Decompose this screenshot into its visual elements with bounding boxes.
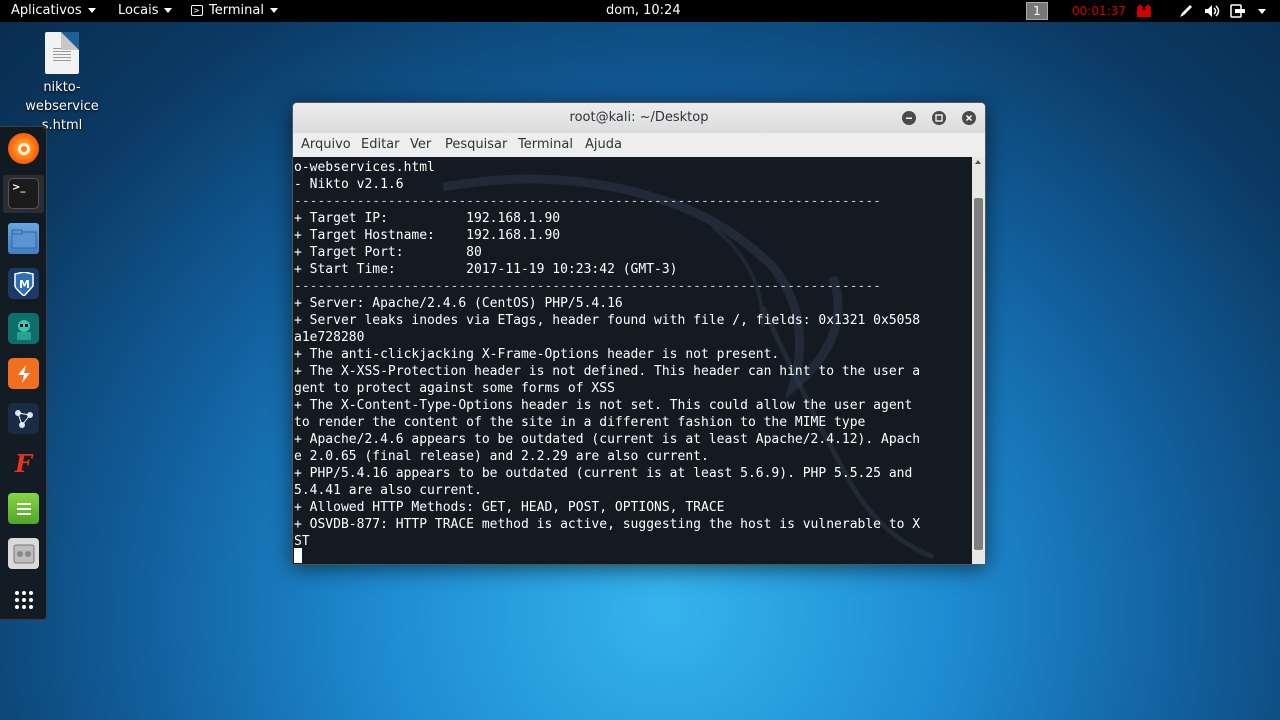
file-name-line-2: webservice: [25, 99, 99, 114]
terminal-line: + The X-XSS-Protection header is not def…: [294, 364, 921, 379]
maximize-button[interactable]: [932, 111, 946, 125]
close-button[interactable]: [962, 111, 976, 125]
menu-editar[interactable]: Editar: [361, 133, 400, 157]
menu-arquivo[interactable]: Arquivo: [301, 133, 351, 157]
scrollbar-thumb[interactable]: [974, 198, 983, 550]
terminal-app-menu[interactable]: > Terminal: [191, 0, 278, 22]
terminal-app-label: Terminal: [209, 3, 264, 18]
window-titlebar[interactable]: root@kali: ~/Desktop: [293, 103, 985, 133]
svg-text:M: M: [19, 278, 30, 291]
terminal-line: + The X-Content-Type-Options header is n…: [294, 398, 913, 413]
menu-bar: Arquivo Editar Ver Pesquisar Terminal Aj…: [293, 133, 985, 158]
terminal-line: + Target Hostname: 192.168.1.90: [294, 228, 561, 243]
terminal-line: + Start Time: 2017-11-19 10:23:42 (GMT-3…: [294, 262, 678, 277]
dock: >_ M F: [0, 126, 47, 620]
terminal-line: + The anti-clickjacking X-Frame-Options …: [294, 347, 780, 362]
chevron-down-icon: [87, 8, 96, 13]
applications-label: Aplicativos: [11, 3, 82, 18]
terminal-text: o-webservices.html - Nikto v2.1.6 --------…: [294, 159, 920, 550]
terminal-line: + PHP/5.4.16 appears to be outdated (cur…: [294, 466, 913, 481]
terminal-line: + Server: Apache/2.4.6 (CentOS) PHP/5.4.…: [294, 296, 623, 311]
recording-timer: 00:01:37: [1072, 4, 1126, 18]
top-panel: Aplicativos Locais > Terminal dom, 10:24 …: [0, 0, 1280, 22]
terminal-line: a1e728280: [294, 330, 365, 345]
window-title: root@kali: ~/Desktop: [569, 110, 709, 125]
menu-terminal[interactable]: Terminal: [518, 133, 573, 157]
firefox-icon[interactable]: [8, 133, 39, 164]
terminal-line: o-webservices.html: [294, 160, 435, 175]
terminal-cursor: [294, 548, 302, 563]
terminal-line: ST: [294, 534, 310, 549]
terminal-line: 5.4.41 are also current.: [294, 483, 482, 498]
maltego-icon[interactable]: [8, 403, 39, 434]
metasploit-icon[interactable]: M: [8, 268, 39, 299]
terminal-line: ----------------------------------------…: [294, 194, 881, 209]
close-icon: [965, 114, 973, 122]
desktop-file-nikto[interactable]: nikto- webservice s.html: [14, 32, 110, 135]
terminal-output[interactable]: o-webservices.html - Nikto v2.1.6 --------…: [293, 157, 972, 564]
terminal-line: e 2.0.65 (final release) and 2.2.29 are …: [294, 449, 709, 464]
volume-icon[interactable]: [1204, 4, 1222, 18]
scroll-up-icon[interactable]: [975, 160, 981, 164]
terminal-line: ----------------------------------------…: [294, 279, 881, 294]
terminal-line: to render the content of the site in a d…: [294, 415, 866, 430]
terminal-scrollbar[interactable]: [972, 157, 985, 564]
menu-pesquisar[interactable]: Pesquisar: [445, 133, 507, 157]
terminal-icon[interactable]: >_: [8, 178, 39, 209]
leafpad-icon[interactable]: [8, 493, 39, 524]
chevron-down-icon[interactable]: [1258, 9, 1266, 14]
faraday-icon[interactable]: F: [8, 448, 39, 479]
chevron-down-icon: [164, 8, 173, 13]
clock[interactable]: dom, 10:24: [606, 0, 681, 22]
html-file-icon: [45, 32, 79, 74]
files-icon[interactable]: [8, 223, 39, 254]
workspace-indicator[interactable]: 1: [1026, 2, 1048, 20]
terminal-line: gent to protect against some forms of XS…: [294, 381, 615, 396]
terminal-line: + Allowed HTTP Methods: GET, HEAD, POST,…: [294, 500, 725, 515]
show-apps-icon[interactable]: [8, 584, 39, 615]
applications-menu[interactable]: Aplicativos: [11, 0, 96, 22]
terminal-small-icon: >: [191, 5, 203, 16]
terminal-line: - Nikto v2.1.6: [294, 177, 404, 192]
armitage-icon[interactable]: [8, 313, 39, 344]
chevron-down-icon: [269, 8, 278, 13]
places-menu[interactable]: Locais: [118, 0, 173, 22]
places-label: Locais: [118, 3, 159, 18]
terminal-line: + Apache/2.4.6 appears to be outdated (c…: [294, 432, 921, 447]
recorder-icon[interactable]: [1136, 4, 1154, 18]
file-name-line-1: nikto-: [43, 80, 81, 95]
terminal-window: root@kali: ~/Desktop Arquivo Editar Ver …: [292, 102, 986, 565]
power-icon[interactable]: [1230, 4, 1246, 18]
terminal-line: + Target Port: 80: [294, 245, 482, 260]
terminal-line: + Target IP: 192.168.1.90: [294, 211, 561, 226]
terminal-line: + Server leaks inodes via ETags, header …: [294, 313, 921, 328]
minimize-button[interactable]: [902, 111, 916, 125]
burpsuite-icon[interactable]: [8, 358, 39, 389]
cherrytree-icon[interactable]: [8, 538, 39, 569]
maximize-icon: [935, 114, 943, 122]
menu-ver[interactable]: Ver: [410, 133, 431, 157]
minimize-icon: [906, 117, 912, 119]
pen-icon[interactable]: [1178, 4, 1194, 18]
terminal-line: + OSVDB-877: HTTP TRACE method is active…: [294, 517, 921, 532]
menu-ajuda[interactable]: Ajuda: [585, 133, 622, 157]
